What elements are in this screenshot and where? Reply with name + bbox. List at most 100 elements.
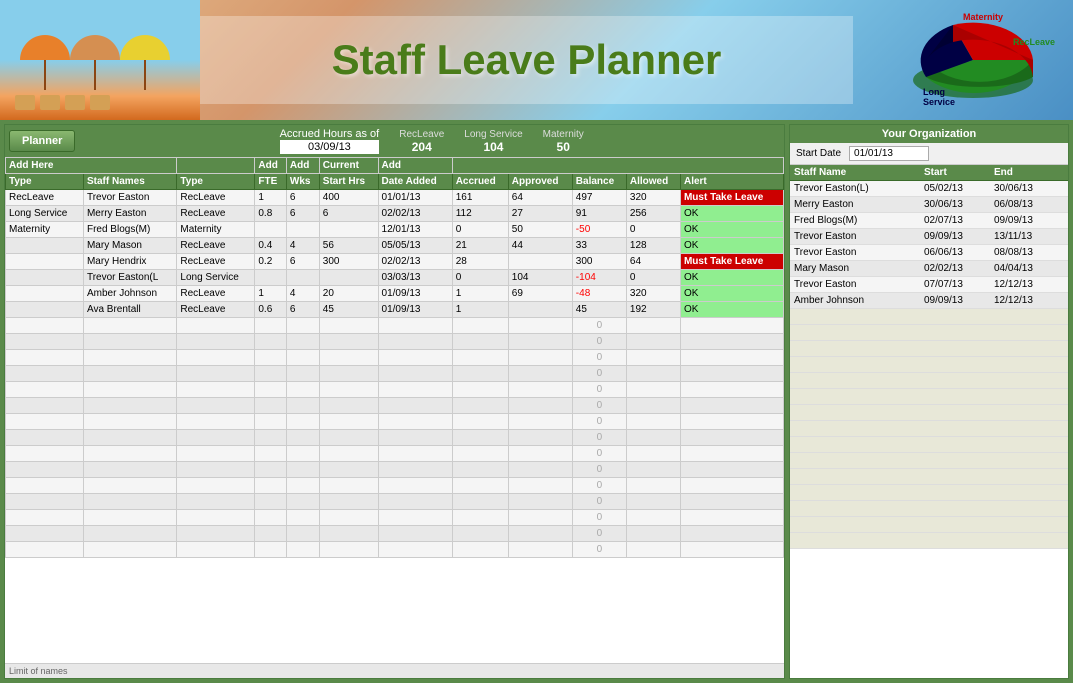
right-table-row-empty xyxy=(790,373,1068,389)
cell-accrued: 112 xyxy=(452,206,508,222)
cell-balance: 91 xyxy=(572,206,626,222)
table-row-empty: 0 xyxy=(6,478,784,494)
right-col-start: Start xyxy=(924,167,994,178)
table-row-empty: 0 xyxy=(6,510,784,526)
app-title: Staff Leave Planner xyxy=(200,16,853,104)
right-panel-title: Your Organization xyxy=(790,125,1068,143)
cell-fte: 0.4 xyxy=(255,238,287,254)
cell-leavetype: RecLeave xyxy=(177,302,255,318)
umbrella-3 xyxy=(120,35,170,90)
cell-allowed: 64 xyxy=(626,254,680,270)
cell-balance: 497 xyxy=(572,190,626,206)
cell-wks: 6 xyxy=(286,254,319,270)
cell-approved: 50 xyxy=(508,222,572,238)
chair-4 xyxy=(90,95,110,110)
table-row-empty: 0 xyxy=(6,494,784,510)
right-cell-end: 09/09/13 xyxy=(994,215,1064,226)
cell-fte: 1 xyxy=(255,286,287,302)
pie-chart: RecLeave Long Service Maternity xyxy=(868,5,1058,115)
accrued-info: Accrued Hours as of 03/09/13 xyxy=(280,128,380,154)
start-date-input[interactable] xyxy=(849,146,929,161)
start-date-label: Start Date xyxy=(796,148,841,159)
right-cell-end: 08/08/13 xyxy=(994,247,1064,258)
cell-accrued: 1 xyxy=(452,302,508,318)
zero-cell: 0 xyxy=(572,334,626,350)
cell-dateadded: 01/09/13 xyxy=(378,302,452,318)
zero-cell: 0 xyxy=(572,398,626,414)
cell-accrued: 28 xyxy=(452,254,508,270)
right-table-row-empty xyxy=(790,469,1068,485)
svg-text:Maternity: Maternity xyxy=(963,12,1003,22)
add-header-row: Add Here Add Add Current Add xyxy=(6,158,784,174)
cell-allowed: 192 xyxy=(626,302,680,318)
right-cell-end: 12/12/13 xyxy=(994,279,1064,290)
table-row-empty: 0 xyxy=(6,430,784,446)
table-row-empty: 0 xyxy=(6,318,784,334)
right-cell-name: Amber Johnson xyxy=(794,295,924,306)
cell-dateadded: 12/01/13 xyxy=(378,222,452,238)
cell-approved xyxy=(508,302,572,318)
table-row-empty: 0 xyxy=(6,366,784,382)
right-table-row: Trevor Easton 07/07/13 12/12/13 xyxy=(790,277,1068,293)
chair-3 xyxy=(65,95,85,110)
cell-type xyxy=(6,302,84,318)
right-panel: Your Organization Start Date Staff Name … xyxy=(789,124,1069,679)
cell-allowed: 320 xyxy=(626,286,680,302)
cell-starthrs: 56 xyxy=(319,238,378,254)
right-cell-start: 09/09/13 xyxy=(924,295,994,306)
col-fte: FTE xyxy=(255,174,287,190)
zero-cell: 0 xyxy=(572,510,626,526)
svg-text:RecLeave: RecLeave xyxy=(1013,37,1055,47)
table-row: Mary Hendrix RecLeave 0.2 6 300 02/02/13… xyxy=(6,254,784,270)
right-cell-end: 12/12/13 xyxy=(994,295,1064,306)
right-table-row-empty xyxy=(790,389,1068,405)
cell-balance: -104 xyxy=(572,270,626,286)
left-panel: Planner Accrued Hours as of 03/09/13 Rec… xyxy=(4,124,785,679)
accrued-date: 03/09/13 xyxy=(280,140,380,154)
col-balance: Balance xyxy=(572,174,626,190)
table-row: Mary Mason RecLeave 0.4 4 56 05/05/13 21… xyxy=(6,238,784,254)
cell-starthrs: 300 xyxy=(319,254,378,270)
cell-dateadded: 03/03/13 xyxy=(378,270,452,286)
col-wks: Wks xyxy=(286,174,319,190)
cell-type xyxy=(6,238,84,254)
right-table-row-empty xyxy=(790,437,1068,453)
longservice-value: 104 xyxy=(464,140,522,154)
zero-cell: 0 xyxy=(572,526,626,542)
col-alert: Alert xyxy=(680,174,783,190)
col-staffnames: Staff Names xyxy=(83,174,176,190)
summary-row: Accrued Hours as of 03/09/13 RecLeave 20… xyxy=(83,128,780,154)
cell-leavetype: RecLeave xyxy=(177,206,255,222)
table-row-empty: 0 xyxy=(6,350,784,366)
cell-starthrs: 6 xyxy=(319,206,378,222)
cell-alert: OK xyxy=(680,302,783,318)
right-data: Trevor Easton(L) 05/02/13 30/06/13 Merry… xyxy=(790,181,1068,678)
cell-allowed: 0 xyxy=(626,270,680,286)
cell-leavetype: Long Service xyxy=(177,270,255,286)
right-table-row-empty xyxy=(790,325,1068,341)
right-table-row-empty xyxy=(790,533,1068,549)
recleave-label: RecLeave xyxy=(399,129,444,140)
col-allowed: Allowed xyxy=(626,174,680,190)
right-table-row: Trevor Easton 06/06/13 08/08/13 xyxy=(790,245,1068,261)
cell-approved xyxy=(508,254,572,270)
zero-cell: 0 xyxy=(572,366,626,382)
col-type: Type xyxy=(6,174,84,190)
table-body: RecLeave Trevor Easton RecLeave 1 6 400 … xyxy=(6,190,784,558)
cell-name: Fred Blogs(M) xyxy=(83,222,176,238)
right-table-row-empty xyxy=(790,517,1068,533)
maternity-label: Maternity xyxy=(543,129,584,140)
cell-fte xyxy=(255,222,287,238)
limit-text: Limit of names xyxy=(5,663,784,678)
col-accrued: Accrued xyxy=(452,174,508,190)
cell-type xyxy=(6,286,84,302)
planner-button[interactable]: Planner xyxy=(9,130,75,152)
cell-wks: 4 xyxy=(286,286,319,302)
cell-wks xyxy=(286,270,319,286)
zero-cell: 0 xyxy=(572,382,626,398)
right-table-row: Trevor Easton(L) 05/02/13 30/06/13 xyxy=(790,181,1068,197)
right-table-row-empty xyxy=(790,405,1068,421)
table-row-empty: 0 xyxy=(6,414,784,430)
cell-dateadded: 05/05/13 xyxy=(378,238,452,254)
cell-alert: OK xyxy=(680,222,783,238)
